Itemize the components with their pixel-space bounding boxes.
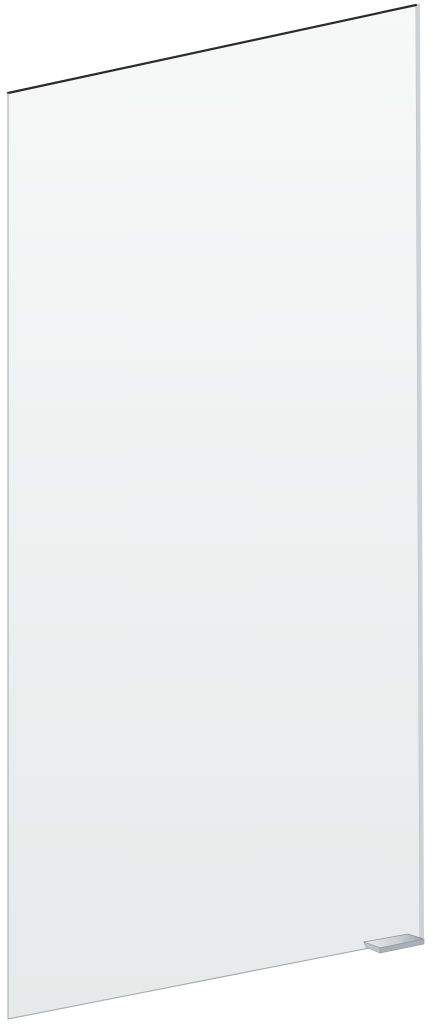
mirror-panel-face (7, 4, 421, 1020)
mirror-cabinet-door (6, 3, 424, 1020)
product-image (6, 3, 425, 1020)
